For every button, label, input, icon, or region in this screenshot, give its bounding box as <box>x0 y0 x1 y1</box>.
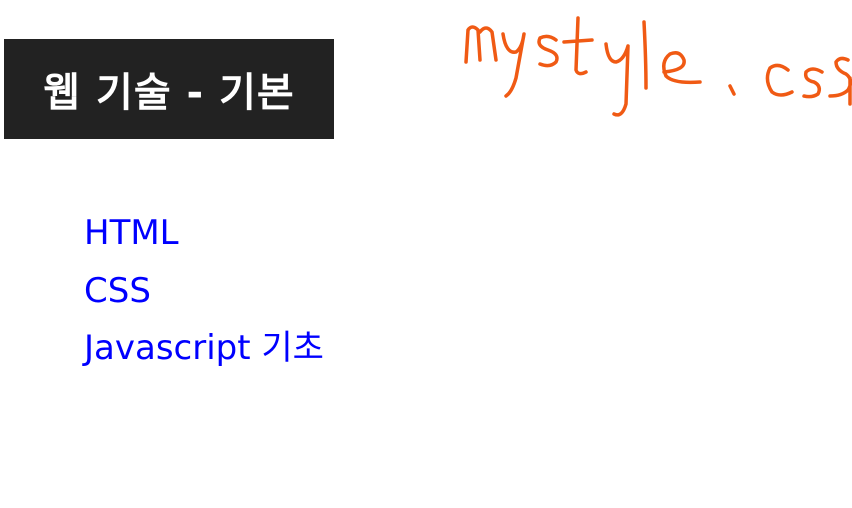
nav-list: HTML CSS Javascript 기초 <box>84 208 324 381</box>
page: 웹 기술 - 기본 HTML CSS Javascript 기초 <box>0 0 852 508</box>
list-item: HTML <box>84 208 324 266</box>
list-item: CSS <box>84 266 324 324</box>
nav-link-javascript[interactable]: Javascript 기초 <box>84 328 324 368</box>
page-title: 웹 기술 - 기본 <box>4 39 334 139</box>
handwritten-annotation <box>464 16 852 117</box>
page-title-text: 웹 기술 - 기본 <box>43 70 295 116</box>
nav-link-html[interactable]: HTML <box>84 213 179 253</box>
list-item: Javascript 기초 <box>84 323 324 381</box>
nav-link-css[interactable]: CSS <box>84 271 151 311</box>
